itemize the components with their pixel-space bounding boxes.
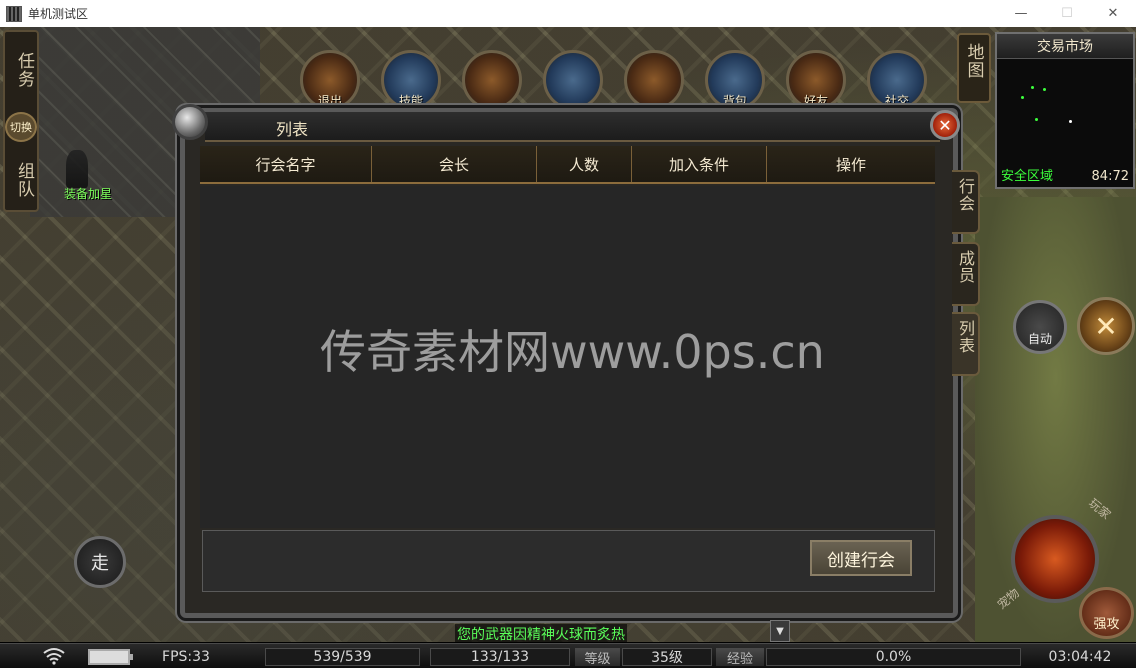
minimap-npc-dot	[1043, 88, 1046, 91]
guild-table-header: 行会名字 会长 人数 加入条件 操作	[200, 146, 935, 184]
task-button[interactable]: 任务	[12, 52, 37, 88]
tab-members-label: 成员	[956, 250, 975, 284]
auto-button[interactable]: 自动	[1013, 300, 1067, 354]
tab-list-label: 列表	[956, 320, 975, 354]
create-guild-button[interactable]: 创建行会	[810, 540, 912, 576]
crossed-swords-icon[interactable]: ✕	[1077, 297, 1135, 355]
auto-label: 自动	[1027, 332, 1052, 346]
player-character[interactable]	[66, 150, 88, 188]
status-bar: FPS:33 539/539 133/133 等级 35级 经验 0.0% 03…	[0, 643, 1136, 668]
clock-readout: 03:04:42	[1048, 649, 1112, 665]
minimap-zone: 安全区域	[1001, 169, 1054, 184]
window-titlebar: 单机测试区 — ☐ ✕	[0, 0, 1136, 27]
watermark: 传奇素材网www.0ps.cn	[320, 325, 825, 379]
switch-button[interactable]: 切换	[5, 112, 37, 142]
minimap-player-dot	[1069, 120, 1072, 123]
col-leader: 会长	[372, 146, 537, 182]
exp-label: 经验	[716, 648, 764, 667]
panel-title: 列表	[276, 120, 309, 139]
team-button[interactable]: 组队	[12, 162, 37, 198]
chevron-down-icon[interactable]: ▼	[770, 620, 790, 642]
walk-button[interactable]: 走	[74, 536, 126, 588]
tab-members[interactable]: 成员	[952, 242, 980, 306]
window-title: 单机测试区	[28, 7, 89, 21]
col-join-condition: 加入条件	[632, 146, 767, 182]
minimap-npc-dot	[1021, 96, 1024, 99]
battery-icon	[88, 649, 133, 665]
tab-guild[interactable]: 行会	[952, 170, 980, 234]
col-guild-name: 行会名字	[200, 146, 372, 182]
exp-readout: 0.0%	[766, 648, 1021, 666]
minimap-title: 交易市场	[997, 34, 1133, 59]
panel-close-button[interactable]: ✕	[930, 110, 960, 140]
player-name: 装备加星	[64, 187, 113, 201]
tab-list[interactable]: 列表	[952, 312, 980, 376]
col-members: 人数	[537, 146, 632, 182]
strong-attack-button[interactable]: 强攻	[1079, 587, 1134, 639]
map-tab-label: 地图	[963, 43, 984, 79]
hp-readout: 539/539	[265, 648, 420, 666]
level-readout: 35级	[622, 648, 712, 666]
guild-panel: 列表 ✕ 行会名字 会长 人数 加入条件 操作 传奇素材网www.0ps.cn …	[150, 100, 993, 622]
minimap-coords: 84:72	[1091, 169, 1129, 184]
maximize-button[interactable]: ☐	[1044, 0, 1090, 27]
level-label: 等级	[575, 648, 620, 667]
minimap-npc-dot	[1031, 86, 1034, 89]
mp-readout: 133/133	[430, 648, 570, 666]
minimap[interactable]: 交易市场 安全区域 84:72	[995, 32, 1135, 189]
minimize-button[interactable]: —	[998, 0, 1044, 27]
map-tab[interactable]: 地图	[957, 33, 991, 103]
orb-ornament-icon	[172, 104, 208, 140]
close-window-button[interactable]: ✕	[1090, 0, 1136, 27]
minimap-npc-dot	[1035, 118, 1038, 121]
left-menu: 任务 切换 组队	[3, 30, 39, 212]
attack-button[interactable]	[1011, 515, 1099, 603]
panel-header: 列表	[205, 112, 940, 142]
fps-readout: FPS:33	[162, 649, 210, 665]
col-action: 操作	[835, 155, 866, 174]
tab-guild-label: 行会	[956, 178, 975, 212]
chat-message: 您的武器因精神火球而炙热	[455, 624, 627, 644]
wifi-icon	[43, 648, 65, 665]
app-icon	[6, 5, 22, 22]
